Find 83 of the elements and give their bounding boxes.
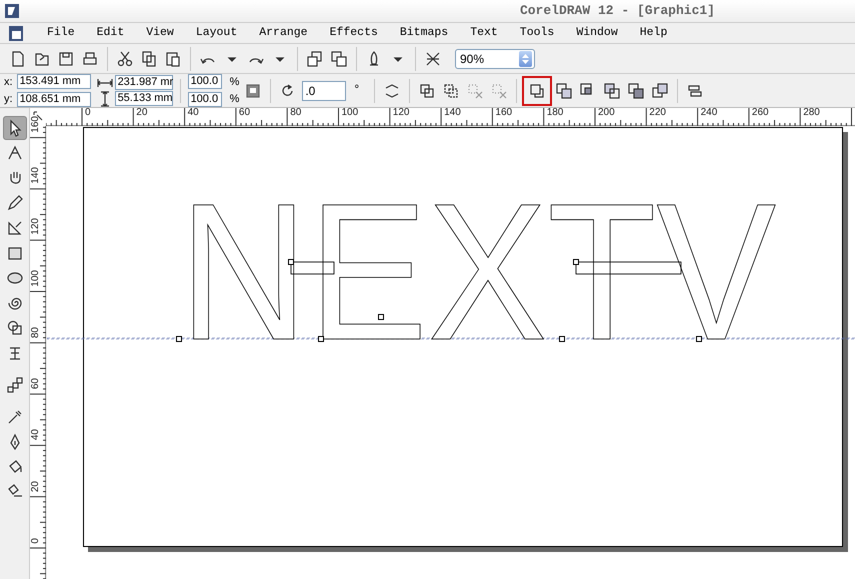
ruler-label: 100 (342, 108, 358, 118)
ruler-label: 220 (649, 108, 666, 118)
height-field[interactable]: 55.133 mm (114, 91, 173, 106)
spinner-arrows-icon[interactable] (519, 50, 532, 66)
ruler-label: 140 (444, 108, 461, 118)
ruler-label: 0 (31, 538, 41, 544)
import-icon[interactable] (306, 50, 324, 68)
x-position-field[interactable]: 153.491 mm (16, 74, 91, 90)
ruler-label: 80 (31, 326, 41, 338)
coordinate-label: x: (4, 74, 13, 90)
menu-item[interactable]: View (143, 24, 177, 42)
menu-item[interactable]: File (44, 24, 78, 42)
ruler-label: 180 (546, 108, 564, 118)
cut-icon[interactable] (116, 50, 134, 68)
menu-item[interactable]: Help (636, 24, 670, 42)
ruler-label: 160 (31, 116, 41, 132)
rotation-field[interactable]: .0 (302, 80, 346, 100)
ruler-label: 20 (136, 108, 148, 118)
ruler-label: 160 (495, 108, 512, 118)
ruler-label: 60 (238, 108, 250, 118)
ruler-label: 200 (598, 108, 615, 118)
triangle-icon (6, 219, 24, 237)
ruler-label: 260 (752, 108, 769, 118)
shaping-icon[interactable] (651, 82, 670, 100)
ruler-label: 240 (700, 108, 718, 118)
guideline[interactable] (47, 338, 855, 340)
save-icon[interactable] (57, 50, 75, 68)
ruler-label: 0 (85, 108, 91, 118)
shaping-icon[interactable] (528, 82, 546, 100)
window-title: CorelDRAW 12 - [Graphic1] (520, 2, 715, 20)
shape-icon (6, 144, 24, 162)
menu-item[interactable]: Edit (94, 24, 128, 42)
menu-item[interactable]: Bitmaps (396, 24, 452, 42)
percent-label: % (230, 92, 240, 107)
menu-item[interactable]: Effects (326, 24, 381, 42)
menu-item[interactable]: Window (573, 24, 621, 42)
bar-shape[interactable] (290, 262, 334, 274)
percent-label: % (230, 74, 240, 90)
blend-icon (6, 376, 24, 394)
ruler-label: 280 (803, 108, 820, 118)
node-handle[interactable] (378, 314, 384, 320)
menu-item[interactable]: Arrange (256, 24, 311, 42)
app-icon (4, 2, 20, 20)
ungroup-icon[interactable] (442, 82, 460, 100)
ruler-label: 100 (31, 270, 41, 286)
menu-item[interactable]: Layout (192, 24, 240, 42)
ruler-label: 40 (31, 429, 41, 441)
shaping-icon[interactable] (627, 82, 646, 100)
node-handle[interactable] (176, 336, 182, 342)
bar-shape[interactable] (576, 262, 682, 274)
coordinate-label: y: (4, 92, 13, 107)
ruler-label: 40 (188, 108, 199, 118)
ruler-label: 20 (31, 480, 41, 492)
node-handle[interactable] (288, 259, 294, 265)
width-field[interactable]: 231.987 mr (114, 75, 173, 90)
ruler-label: 120 (392, 108, 410, 118)
node-handle[interactable] (573, 259, 579, 265)
eyedropper-icon (6, 408, 24, 426)
group-icon[interactable] (418, 82, 436, 100)
ruler-label: 140 (31, 166, 41, 184)
y-position-field[interactable]: 108.651 mm (16, 92, 91, 107)
shapes-icon (6, 319, 24, 337)
document-icon[interactable] (8, 24, 24, 42)
paste-icon[interactable] (164, 50, 182, 68)
export-icon[interactable] (330, 50, 348, 68)
print-icon[interactable] (81, 50, 99, 68)
lock-ratio-icon[interactable] (244, 82, 262, 100)
shaping-icon[interactable] (555, 82, 574, 100)
welcome-icon[interactable] (424, 50, 442, 68)
shaping-icon[interactable] (603, 82, 622, 100)
menu-item[interactable]: Text (467, 24, 501, 42)
highlighted-button[interactable] (524, 78, 550, 104)
pencil-icon (6, 194, 24, 212)
tool-button[interactable] (3, 116, 27, 140)
degree-label: ° (354, 81, 360, 98)
copy-icon[interactable] (140, 50, 158, 68)
zoom-dropdown[interactable]: 90% (455, 48, 535, 68)
scale-y-field[interactable]: 100.0 (188, 92, 222, 107)
ruler-label: 80 (290, 108, 302, 118)
ruler-label: 120 (31, 218, 41, 235)
menu-item[interactable]: Tools (516, 24, 558, 42)
ruler-label: 60 (31, 378, 41, 390)
scale-x-field[interactable]: 100.0 (188, 74, 222, 90)
